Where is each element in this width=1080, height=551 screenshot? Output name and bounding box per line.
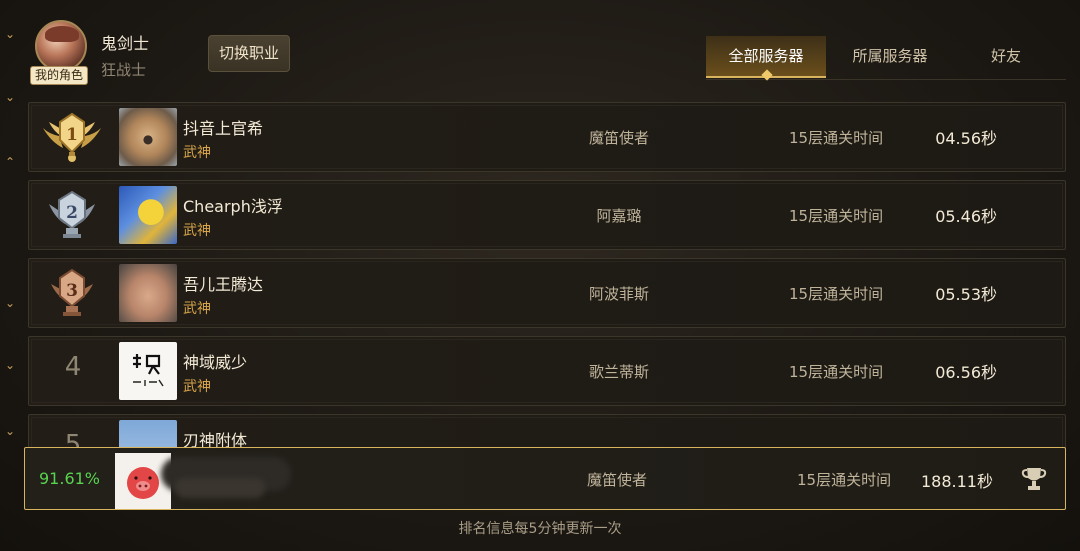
server-name: 阿波菲斯: [588, 285, 649, 303]
bronze-medal-icon: 3: [51, 268, 93, 316]
player-name: 神域威少: [183, 353, 248, 372]
my-ranking-row[interactable]: 91.61% 魔笛使者 15层通关时间 188.11秒: [24, 447, 1066, 510]
table-row[interactable]: 3 吾儿王腾达 武神 阿波菲斯 15层通关时间 05.53秒: [28, 258, 1066, 328]
chevron-down-icon[interactable]: ⌄: [3, 27, 17, 41]
active-indicator-icon: [761, 69, 773, 81]
tab-own-server[interactable]: 所属服务器: [830, 36, 950, 78]
clear-time: 188.11秒: [921, 472, 993, 491]
player-class: 武神: [183, 301, 211, 317]
clear-time-label: 15层通关时间: [789, 363, 884, 381]
player-class: 武神: [183, 223, 211, 239]
table-row[interactable]: 2 Chearph浅浮 武神 阿嘉璐 15层通关时间 05.46秒: [28, 180, 1066, 250]
clear-time-label: 15层通关时间: [789, 207, 884, 225]
clear-time: 05.46秒: [935, 207, 997, 226]
clear-time-label: 15层通关时间: [789, 285, 884, 303]
chevron-up-icon[interactable]: ⌃: [3, 155, 17, 169]
trophy-icon[interactable]: [1019, 464, 1049, 494]
chevron-down-icon[interactable]: ⌄: [3, 90, 17, 104]
avatar[interactable]: [35, 20, 87, 72]
player-avatar: [119, 342, 177, 400]
chevron-down-icon[interactable]: ⌄: [3, 424, 17, 438]
tab-friends[interactable]: 好友: [956, 36, 1056, 78]
gold-medal-icon: 1: [43, 112, 101, 162]
table-row[interactable]: 1 抖音上官希 武神 魔笛使者 15层通关时间 04.56秒: [28, 102, 1066, 172]
player-avatar: [119, 264, 177, 322]
player-class: 武神: [183, 145, 211, 161]
switch-class-button[interactable]: 切换职业: [208, 35, 290, 72]
server-name: 魔笛使者: [588, 129, 649, 147]
player-class: 武神: [183, 379, 211, 395]
clear-time: 04.56秒: [935, 129, 997, 148]
tab-all-servers[interactable]: 全部服务器: [706, 36, 826, 81]
clear-time: 06.56秒: [935, 363, 997, 382]
update-notice: 排名信息每5分钟更新一次: [458, 521, 622, 537]
table-row[interactable]: 4 神域威少 武神 歌兰蒂斯 15层通关时间 06.56秒: [28, 336, 1066, 406]
server-tabs: 全部服务器 所属服务器 好友: [706, 36, 1066, 81]
clear-time: 05.53秒: [935, 285, 997, 304]
chevron-down-icon[interactable]: ⌄: [3, 358, 17, 372]
svg-text:2: 2: [66, 203, 78, 223]
clear-time-label: 15层通关时间: [797, 471, 892, 489]
chevron-down-icon[interactable]: ⌄: [3, 296, 17, 310]
player-name: Chearph浅浮: [183, 197, 283, 216]
server-name: 魔笛使者: [586, 471, 647, 489]
rank-number: 4: [64, 352, 82, 382]
svg-text:3: 3: [66, 281, 78, 301]
clear-time-label: 15层通关时间: [789, 129, 884, 147]
svg-text:1: 1: [66, 125, 78, 145]
player-name: 吾儿王腾达: [183, 275, 264, 294]
left-rail: ⌄ ⌄ ⌃ ⌄ ⌄ ⌄: [0, 0, 22, 551]
percentile: 91.61%: [39, 469, 101, 488]
player-name: 抖音上官希: [183, 119, 264, 138]
silver-medal-icon: 2: [49, 190, 95, 238]
server-name: 阿嘉璐: [596, 207, 642, 225]
server-name: 歌兰蒂斯: [588, 363, 649, 381]
player-avatar: [119, 186, 177, 244]
tab-label: 全部服务器: [728, 47, 804, 65]
character-class: 狂战士: [101, 61, 147, 79]
player-avatar: [119, 108, 177, 166]
my-role-badge: 我的角色: [30, 66, 89, 85]
character-name: 鬼剑士: [101, 34, 150, 53]
censored-name-mask: [175, 478, 265, 498]
